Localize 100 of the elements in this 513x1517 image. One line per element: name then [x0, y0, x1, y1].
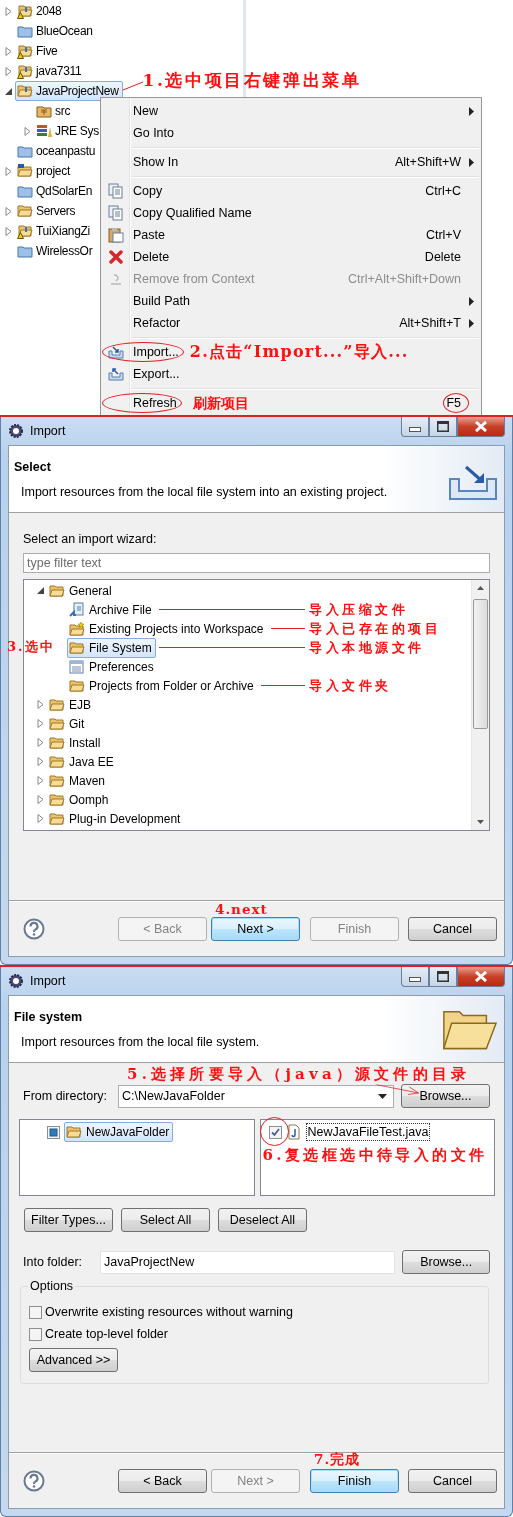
close-icon — [475, 971, 487, 982]
list-icon — [69, 658, 85, 675]
tree-item[interactable]: 2048 — [15, 1, 66, 21]
page-title: File system — [14, 1009, 84, 1024]
expand-icon[interactable] — [23, 126, 32, 136]
directory-combo[interactable]: C:\NewJavaFolder — [118, 1084, 394, 1108]
selection-button[interactable]: Select All — [121, 1208, 210, 1232]
close-icon — [475, 421, 487, 432]
menu-item[interactable]: Copy Qualified Name — [101, 202, 254, 224]
close-button[interactable] — [457, 967, 505, 987]
shortcut-label: Alt+Shift+T — [399, 316, 461, 330]
maximize-button[interactable] — [429, 967, 457, 987]
tree-item[interactable]: WirelessOr — [15, 241, 97, 261]
selection-button[interactable]: Deselect All — [218, 1208, 307, 1232]
page-title: Select — [14, 459, 52, 474]
expand-icon[interactable] — [4, 166, 13, 176]
tree-item[interactable]: Preferences — [67, 656, 158, 677]
minimize-button[interactable] — [401, 417, 429, 437]
expand-icon[interactable] — [4, 6, 13, 16]
expand-icon[interactable] — [36, 776, 45, 785]
menu-item[interactable]: Refresh — [101, 392, 179, 414]
expand-icon[interactable] — [36, 757, 45, 766]
dialog-button[interactable]: Finish — [310, 1468, 399, 1493]
menu-item[interactable]: Export... — [101, 363, 182, 385]
tree-item[interactable]: Oomph — [47, 789, 113, 810]
selection-button[interactable]: Filter Types... — [24, 1208, 113, 1232]
menu-item[interactable]: Build Path — [101, 290, 192, 312]
annotation-text: 导入文件夹 — [309, 676, 393, 695]
collapse-icon[interactable] — [36, 586, 45, 595]
tree-item[interactable]: oceanpastu — [15, 141, 100, 161]
tree-item[interactable]: File System — [67, 637, 156, 658]
tree-item[interactable]: Projects from Folder or Archive — [67, 675, 258, 696]
annotation-text: 1.选中项目右键弹出菜单 — [142, 69, 362, 92]
browse-button[interactable]: Browse... — [401, 1084, 490, 1108]
menu-item[interactable]: Import... — [101, 341, 181, 363]
dialog-button[interactable]: Next > — [211, 916, 300, 941]
dialog-button[interactable]: Cancel — [408, 1468, 497, 1493]
tree-item[interactable]: NewJavaFolder — [64, 1122, 174, 1142]
menu-item[interactable]: Delete — [101, 246, 172, 268]
tree-item[interactable]: Archive File — [67, 599, 156, 620]
tree-item[interactable]: project — [15, 161, 74, 181]
expand-icon[interactable] — [36, 700, 45, 709]
dialog-button[interactable]: Cancel — [408, 916, 497, 941]
menu-item[interactable]: Go Into — [101, 122, 176, 144]
tree-item[interactable]: src — [34, 101, 75, 121]
tree-item[interactable]: TuiXiangZi — [15, 221, 94, 241]
expand-icon[interactable] — [4, 46, 13, 56]
help-icon[interactable] — [23, 917, 45, 940]
tree-item[interactable]: Maven — [47, 770, 110, 791]
expand-icon[interactable] — [36, 738, 45, 747]
expand-icon[interactable] — [36, 814, 45, 823]
tree-item[interactable]: BlueOcean — [15, 21, 97, 41]
tree-item[interactable]: EJB — [47, 694, 95, 715]
tree-item[interactable]: QdSolarEn — [15, 181, 96, 201]
dialog-button[interactable]: < Back — [118, 1468, 207, 1493]
menu-item[interactable]: Paste — [101, 224, 167, 246]
menu-item[interactable]: Show In — [101, 151, 181, 173]
gear-icon — [8, 423, 24, 439]
checkbox[interactable] — [29, 1305, 42, 1319]
field-label: From directory: — [23, 1089, 109, 1103]
folder-icon — [69, 639, 85, 656]
expand-icon[interactable] — [4, 226, 13, 236]
browse-button[interactable]: Browse... — [402, 1250, 490, 1274]
menu-item[interactable]: New — [101, 100, 160, 122]
tree-item[interactable]: Install — [47, 732, 105, 753]
menu-item[interactable]: Refactor — [101, 312, 183, 334]
tree-item[interactable]: Servers — [15, 201, 80, 221]
folder-field[interactable]: JavaProjectNew — [100, 1250, 396, 1274]
filter-field[interactable]: type filter text — [23, 553, 490, 573]
checkbox[interactable] — [268, 1125, 282, 1139]
checkbox[interactable] — [47, 1125, 60, 1139]
minimize-button[interactable] — [401, 967, 429, 987]
help-icon[interactable] — [23, 1469, 45, 1492]
tree-item[interactable]: Five — [15, 41, 62, 61]
tree-item[interactable]: Existing Projects into Workspace — [67, 618, 268, 639]
export-icon — [108, 366, 124, 382]
tree-item[interactable]: General — [47, 580, 116, 601]
tree-item[interactable]: Java EE — [47, 751, 118, 772]
tree-item[interactable]: JavaProjectNew — [15, 81, 123, 101]
checkbox-label[interactable]: Create top-level folder — [45, 1327, 168, 1341]
checkbox-label[interactable]: Overwrite existing resources without warning — [45, 1305, 294, 1319]
scrollbar[interactable] — [471, 580, 489, 830]
warning-folder-icon — [17, 223, 33, 239]
tree-item[interactable]: java7311 — [15, 61, 86, 81]
shortcut-label: Alt+Shift+W — [395, 155, 461, 169]
tree-item[interactable]: Git — [47, 713, 89, 734]
collapse-icon[interactable] — [4, 86, 13, 96]
expand-icon[interactable] — [4, 66, 13, 76]
tree-item[interactable]: JRE Sys — [34, 121, 103, 141]
tree-item[interactable]: Plug-in Development — [47, 808, 185, 829]
annotation-text: 4.next — [215, 900, 268, 917]
menu-item[interactable]: Copy — [101, 180, 165, 202]
advanced-button[interactable]: Advanced >> — [29, 1348, 118, 1372]
expand-icon[interactable] — [36, 795, 45, 804]
maximize-button[interactable] — [429, 417, 457, 437]
expand-icon[interactable] — [36, 719, 45, 728]
close-button[interactable] — [457, 417, 505, 437]
checkbox[interactable] — [29, 1327, 42, 1341]
list-item[interactable]: NewJavaFileTest.java — [305, 1123, 431, 1141]
expand-icon[interactable] — [4, 206, 13, 216]
